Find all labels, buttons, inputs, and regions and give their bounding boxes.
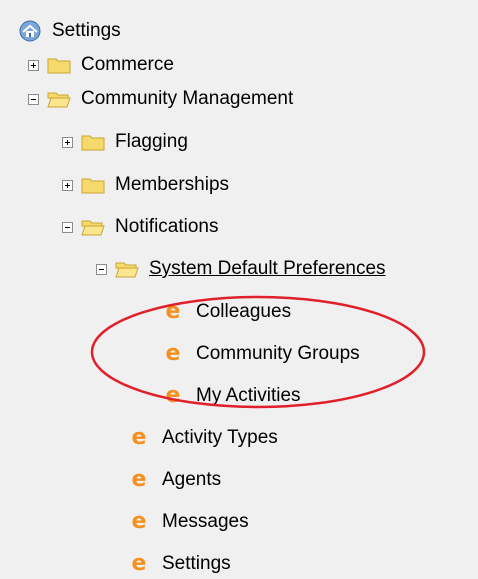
- tree-label: Community Management: [81, 88, 294, 109]
- e-icon: e: [165, 341, 181, 366]
- tree-label: System Default Preferences: [149, 258, 386, 279]
- tree-label: Memberships: [115, 174, 230, 195]
- expand-plus-icon[interactable]: [62, 179, 73, 191]
- tree-item-community-management[interactable]: Community Management: [28, 84, 293, 114]
- folder-closed-icon: [81, 178, 105, 194]
- expand-plus-icon[interactable]: [28, 59, 39, 71]
- tree-item-messages[interactable]: e Messages: [130, 507, 249, 537]
- tree-label: Notifications: [115, 216, 219, 237]
- tree-item-community-groups[interactable]: e Community Groups: [164, 339, 360, 369]
- e-icon: e: [131, 551, 147, 576]
- e-icon: e: [131, 467, 147, 492]
- tree-item-notifications[interactable]: Notifications: [62, 212, 219, 242]
- tree-label: My Activities: [196, 385, 301, 406]
- tree-label: Activity Types: [162, 427, 278, 448]
- tree-item-memberships[interactable]: Memberships: [62, 170, 229, 200]
- e-icon: e: [131, 425, 147, 450]
- e-icon: e: [165, 299, 181, 324]
- folder-open-icon: [47, 92, 71, 108]
- tree-label: Flagging: [115, 131, 188, 152]
- e-icon: e: [165, 383, 181, 408]
- tree-root-settings[interactable]: Settings: [18, 16, 121, 46]
- tree-item-agents[interactable]: e Agents: [130, 465, 222, 495]
- tree-item-activity-types[interactable]: e Activity Types: [130, 423, 278, 453]
- expand-plus-icon[interactable]: [62, 136, 73, 148]
- folder-closed-icon: [47, 58, 71, 74]
- tree-item-commerce[interactable]: Commerce: [28, 50, 174, 80]
- tree-item-flagging[interactable]: Flagging: [62, 127, 188, 157]
- tree-label: Colleagues: [196, 301, 292, 322]
- collapse-minus-icon[interactable]: [96, 263, 107, 275]
- tree-item-my-activities[interactable]: e My Activities: [164, 381, 301, 411]
- tree-label: Messages: [162, 511, 249, 532]
- tree-label: Community Groups: [196, 343, 360, 364]
- tree-label: Settings: [162, 553, 231, 574]
- folder-closed-icon: [81, 135, 105, 151]
- home-settings-icon: [19, 20, 41, 42]
- settings-tree: Settings Commerce Community Management F…: [0, 0, 478, 576]
- collapse-minus-icon[interactable]: [62, 221, 73, 233]
- tree-label: Settings: [52, 20, 121, 41]
- tree-label: Commerce: [81, 54, 174, 75]
- tree-label: Agents: [162, 469, 222, 490]
- e-icon: e: [131, 509, 147, 534]
- collapse-minus-icon[interactable]: [28, 93, 39, 105]
- folder-open-icon: [81, 220, 105, 236]
- tree-item-colleagues[interactable]: e Colleagues: [164, 297, 292, 327]
- tree-item-system-default-preferences[interactable]: System Default Preferences: [96, 254, 386, 284]
- tree-item-settings-leaf[interactable]: e Settings: [130, 549, 231, 579]
- folder-open-icon: [115, 262, 139, 278]
